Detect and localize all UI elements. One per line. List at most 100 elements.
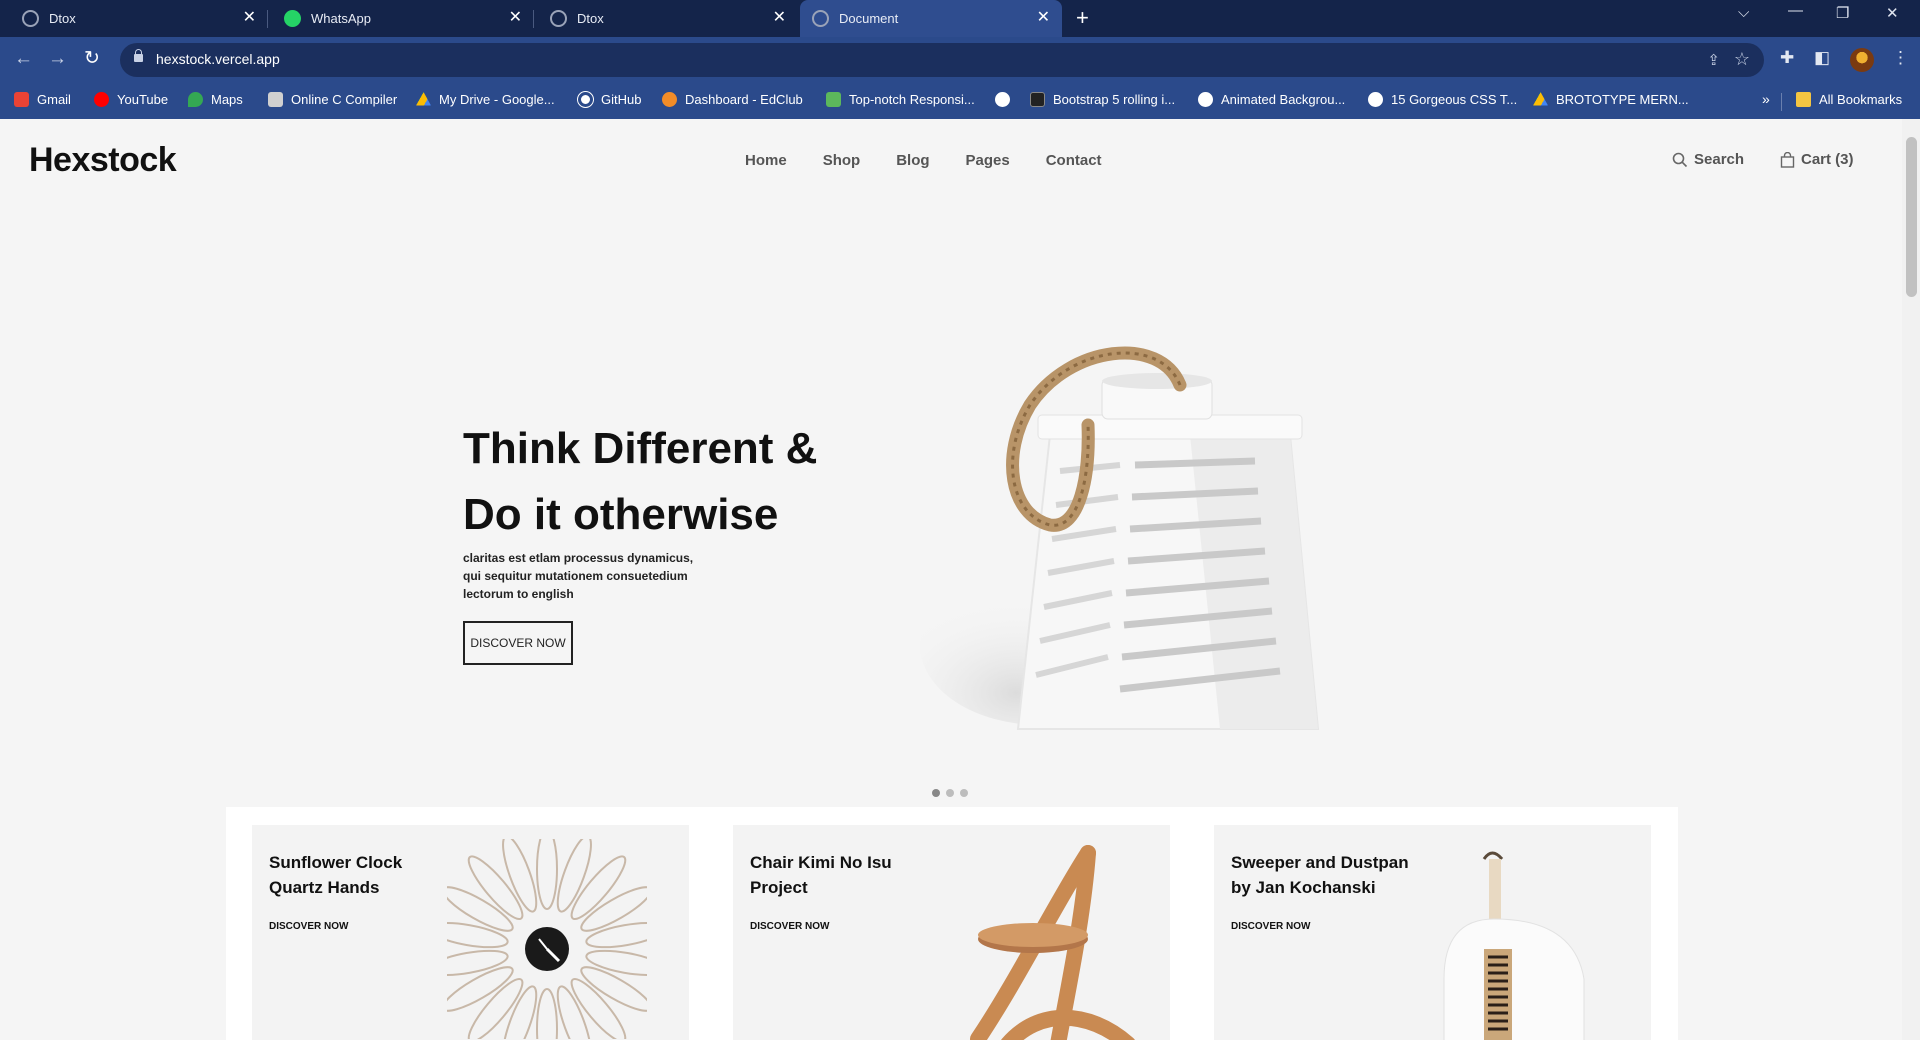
bookmark-github[interactable]: GitHub bbox=[578, 92, 641, 107]
url-text[interactable]: hexstock.vercel.app bbox=[156, 51, 280, 67]
hero-title-line-1: Think Different & bbox=[463, 424, 818, 473]
bookmark-star-icon[interactable]: ☆ bbox=[1734, 49, 1750, 70]
tab-title: Dtox bbox=[577, 11, 604, 26]
bookmark-brototype[interactable]: BROTOTYPE MERN... bbox=[1533, 92, 1689, 107]
close-window-button[interactable]: ✕ bbox=[1886, 4, 1899, 22]
carousel-dots bbox=[932, 789, 968, 797]
edclub-icon bbox=[662, 92, 677, 107]
search-label: Search bbox=[1694, 151, 1745, 168]
bookmark-top-notch[interactable]: Top-notch Responsi... bbox=[826, 92, 975, 107]
bookmark-label: Top-notch Responsi... bbox=[849, 92, 975, 107]
discover-now-link[interactable]: DISCOVER NOW bbox=[269, 921, 348, 932]
all-bookmarks-label: All Bookmarks bbox=[1819, 92, 1903, 107]
bookmark-edclub[interactable]: Dashboard - EdClub bbox=[662, 92, 803, 107]
tab-title: Dtox bbox=[49, 11, 76, 26]
discover-now-link[interactable]: DISCOVER NOW bbox=[1231, 921, 1310, 932]
browser-tab[interactable]: Dtox ✕ bbox=[0, 0, 268, 37]
globe-icon bbox=[1368, 92, 1383, 107]
drive-icon bbox=[1533, 92, 1548, 106]
product-banners: Sunflower Clock Quartz Hands DISCOVER NO… bbox=[226, 807, 1678, 1040]
discover-now-link[interactable]: DISCOVER NOW bbox=[750, 921, 829, 932]
bookmark-label: Animated Backgrou... bbox=[1221, 92, 1346, 107]
bookmarks-bar: Gmail YouTube Maps Online C Compiler My … bbox=[0, 83, 1920, 119]
sweeper-dustpan-image bbox=[1443, 851, 1585, 1040]
discover-now-button[interactable]: DISCOVER NOW bbox=[463, 621, 573, 665]
back-icon[interactable]: ← bbox=[14, 49, 33, 69]
carousel-dot[interactable] bbox=[960, 789, 968, 797]
all-bookmarks[interactable]: All Bookmarks bbox=[1796, 92, 1902, 107]
extensions-icon[interactable]: ✚ bbox=[1780, 48, 1794, 68]
browser-tab-active[interactable]: Document ✕ bbox=[800, 0, 1062, 37]
product-card[interactable]: Chair Kimi No Isu Project DISCOVER NOW bbox=[733, 825, 1170, 1040]
gmail-icon bbox=[14, 92, 29, 107]
search-icon bbox=[1672, 152, 1688, 167]
browser-toolbar: ← → ↻ hexstock.vercel.app ⇪ ☆ ✚ ◧ ⋮ bbox=[0, 37, 1920, 83]
bookmark-label: My Drive - Google... bbox=[439, 92, 555, 107]
product-title: Chair Kimi No Isu Project bbox=[750, 853, 892, 897]
close-tab-icon[interactable]: ✕ bbox=[773, 9, 786, 27]
search-button[interactable]: Search bbox=[1672, 151, 1744, 168]
product-card[interactable]: Sunflower Clock Quartz Hands DISCOVER NO… bbox=[252, 825, 689, 1040]
folder-icon bbox=[1796, 92, 1811, 107]
bookmark-youtube[interactable]: YouTube bbox=[94, 92, 168, 107]
forward-icon[interactable]: → bbox=[48, 49, 67, 69]
globe-icon bbox=[812, 10, 829, 27]
maps-icon bbox=[188, 92, 203, 107]
bookmark-label: Bootstrap 5 rolling i... bbox=[1053, 92, 1176, 107]
close-tab-icon[interactable]: ✕ bbox=[509, 9, 522, 27]
side-panel-icon[interactable]: ◧ bbox=[1814, 48, 1830, 68]
reload-icon[interactable]: ↻ bbox=[84, 49, 100, 69]
whatsapp-icon bbox=[284, 10, 301, 27]
bookmark-my-drive[interactable]: My Drive - Google... bbox=[416, 92, 555, 107]
youtube-icon bbox=[94, 92, 109, 107]
tab-search-chevron-icon[interactable]: ⌵ bbox=[1738, 4, 1749, 21]
sunflower-clock-image bbox=[447, 839, 647, 1039]
close-tab-icon[interactable]: ✕ bbox=[243, 9, 256, 27]
bookmark-maps[interactable]: Maps bbox=[188, 92, 243, 107]
carousel-dot[interactable] bbox=[946, 789, 954, 797]
nav-blog[interactable]: Blog bbox=[896, 152, 929, 169]
bookmark-gmail[interactable]: Gmail bbox=[14, 92, 71, 107]
nav-home[interactable]: Home bbox=[745, 152, 787, 169]
browser-tab[interactable]: WhatsApp ✕ bbox=[268, 0, 534, 37]
chair-image bbox=[970, 845, 1135, 1040]
main-nav: Home Shop Blog Pages Contact bbox=[745, 152, 1102, 169]
bookmark-label: 15 Gorgeous CSS T... bbox=[1391, 92, 1518, 107]
globe-icon bbox=[995, 92, 1010, 107]
new-tab-button[interactable]: + bbox=[1076, 6, 1089, 30]
site-logo[interactable]: Hexstock bbox=[29, 141, 177, 180]
restore-button[interactable]: ❐ bbox=[1836, 4, 1849, 22]
cart-button[interactable]: Cart (3) bbox=[1780, 151, 1854, 168]
bookmark-label: Maps bbox=[211, 92, 243, 107]
bookmark-bootstrap[interactable]: Bootstrap 5 rolling i... bbox=[1030, 92, 1175, 107]
product-card[interactable]: Sweeper and Dustpan by Jan Kochanski DIS… bbox=[1214, 825, 1651, 1040]
minimize-button[interactable]: — bbox=[1788, 2, 1803, 19]
nav-shop[interactable]: Shop bbox=[823, 152, 861, 169]
bookmark-label: Online C Compiler bbox=[291, 92, 398, 107]
profile-avatar[interactable] bbox=[1850, 48, 1874, 72]
bookmark-css-text[interactable]: 15 Gorgeous CSS T... bbox=[1368, 92, 1517, 107]
bookmark-label: Dashboard - EdClub bbox=[685, 92, 803, 107]
page-scrollbar[interactable] bbox=[1902, 119, 1920, 1040]
bookmark-label: Gmail bbox=[37, 92, 71, 107]
browser-tab[interactable]: Dtox ✕ bbox=[534, 0, 798, 37]
scrollbar-thumb[interactable] bbox=[1906, 137, 1917, 297]
tab-title: Document bbox=[839, 11, 899, 26]
address-bar[interactable]: hexstock.vercel.app ⇪ ☆ bbox=[120, 43, 1764, 77]
bookmark-online-c-compiler[interactable]: Online C Compiler bbox=[268, 92, 397, 107]
carousel-dot[interactable] bbox=[932, 789, 940, 797]
hero-title: Think Different & Do it otherwise bbox=[463, 416, 883, 548]
share-icon[interactable]: ⇪ bbox=[1707, 51, 1720, 69]
bookmark-globe[interactable] bbox=[995, 92, 1018, 107]
lock-icon bbox=[134, 49, 143, 62]
tab-title: WhatsApp bbox=[311, 11, 371, 26]
bookmark-animated-backgrounds[interactable]: Animated Backgrou... bbox=[1198, 92, 1345, 107]
bookmark-label: GitHub bbox=[601, 92, 642, 107]
menu-kebab-icon[interactable]: ⋮ bbox=[1892, 48, 1909, 68]
nav-contact[interactable]: Contact bbox=[1046, 152, 1102, 169]
cart-label: Cart (3) bbox=[1801, 151, 1854, 168]
drive-icon bbox=[416, 92, 431, 106]
bookmarks-overflow-icon[interactable]: » bbox=[1762, 91, 1770, 107]
nav-pages[interactable]: Pages bbox=[966, 152, 1010, 169]
close-tab-icon[interactable]: ✕ bbox=[1037, 9, 1050, 27]
